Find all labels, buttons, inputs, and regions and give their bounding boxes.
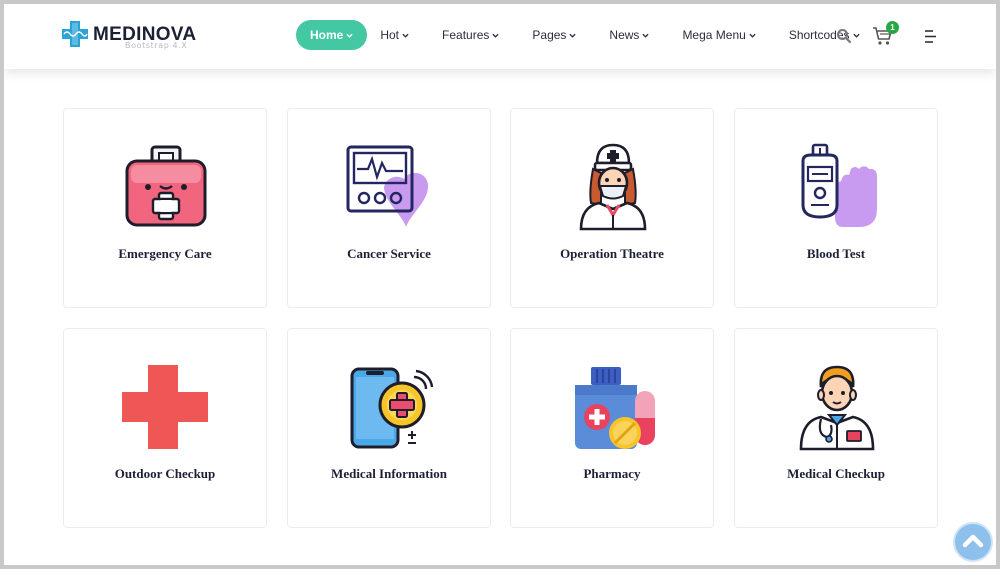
- chevron-down-icon: [402, 33, 409, 38]
- doctor-icon: [799, 365, 875, 451]
- nav-item-features[interactable]: Features: [431, 20, 510, 50]
- nav-item-pages[interactable]: Pages: [521, 20, 587, 50]
- service-title: Outdoor Checkup: [114, 466, 216, 481]
- chevron-up-icon: [962, 534, 984, 548]
- service-title: Medical Information: [331, 466, 447, 481]
- medicine-bottle-icon: [575, 367, 655, 449]
- nurse-icon: [579, 143, 647, 231]
- service-card-outdoor-checkup[interactable]: Outdoor Checkup: [63, 328, 267, 528]
- nav-label: Mega Menu: [682, 28, 746, 42]
- menu-icon[interactable]: [922, 29, 938, 44]
- scroll-to-top-button[interactable]: [955, 524, 991, 560]
- service-card-operation-theatre[interactable]: Operation Theatre: [510, 108, 714, 308]
- chevron-down-icon: [852, 33, 860, 38]
- service-card-medical-information[interactable]: Medical Information: [287, 328, 491, 528]
- red-cross-icon: [122, 365, 208, 449]
- chevron-down-icon: [492, 33, 500, 38]
- service-title: Medical Checkup: [787, 466, 885, 481]
- nav-label: Pages: [532, 28, 567, 42]
- first-aid-kit-icon: [125, 145, 207, 227]
- chevron-down-icon: [346, 33, 353, 38]
- service-title: Cancer Service: [347, 246, 431, 261]
- service-card-blood-test[interactable]: Blood Test: [734, 108, 938, 308]
- brand-tagline: Bootstrap 4.X: [125, 41, 188, 50]
- search-icon[interactable]: [836, 28, 852, 44]
- glucometer-icon: [801, 143, 877, 227]
- service-card-medical-checkup[interactable]: Medical Checkup: [734, 328, 938, 528]
- main-nav: Home Hot Features Pages News Mega Menu S…: [296, 20, 882, 50]
- service-title: Emergency Care: [118, 246, 212, 261]
- medical-phone-icon: [350, 367, 434, 449]
- chevron-down-icon: [749, 33, 756, 38]
- nav-item-shortcodes[interactable]: Shortcodes: [778, 20, 871, 50]
- brand-logo[interactable]: MEDINOVA Bootstrap 4.X: [62, 21, 196, 53]
- service-card-pharmacy[interactable]: Pharmacy: [510, 328, 714, 528]
- nav-item-mega-menu[interactable]: Mega Menu: [671, 20, 766, 50]
- service-title: Operation Theatre: [560, 246, 664, 261]
- nav-label: Home: [310, 28, 344, 42]
- nav-item-news[interactable]: News: [598, 20, 660, 50]
- logo-cross-icon: [62, 21, 88, 47]
- service-card-emergency-care[interactable]: Emergency Care: [63, 108, 267, 308]
- service-title: Blood Test: [806, 246, 866, 261]
- nav-item-hot[interactable]: Hot: [369, 20, 420, 50]
- chevron-down-icon: [642, 33, 650, 38]
- nav-item-home[interactable]: Home: [296, 20, 368, 50]
- chevron-down-icon: [569, 33, 577, 38]
- nav-label: Hot: [380, 28, 400, 42]
- nav-label: News: [609, 28, 640, 42]
- site-header: MEDINOVA Bootstrap 4.X Home Hot Features…: [4, 4, 996, 69]
- service-title: Pharmacy: [583, 466, 641, 481]
- heart-monitor-icon: [346, 145, 429, 227]
- nav-label: Features: [442, 28, 490, 42]
- cart-count-badge: 1: [886, 21, 899, 34]
- service-card-cancer-service[interactable]: Cancer Service: [287, 108, 491, 308]
